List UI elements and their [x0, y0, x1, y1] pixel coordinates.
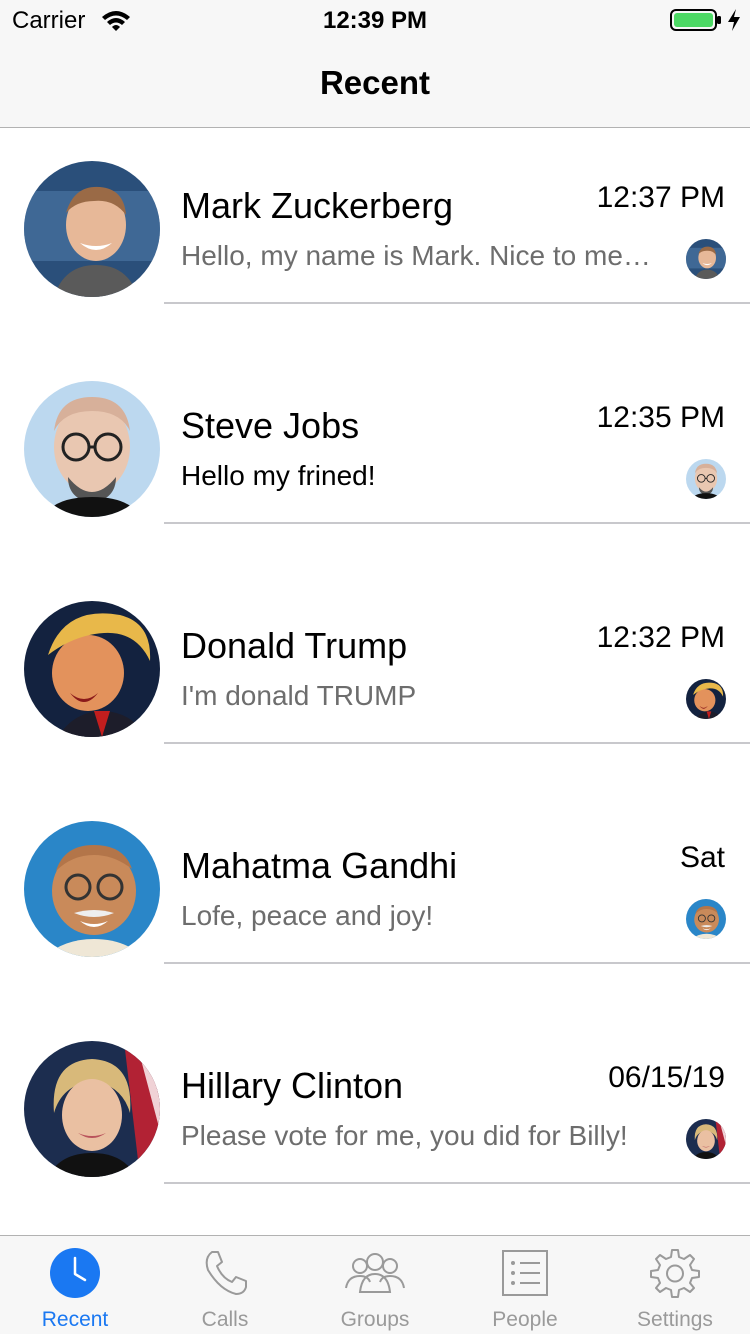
tab-people[interactable]: People [450, 1236, 600, 1334]
steve-jobs-avatar [24, 381, 160, 517]
tab-label: Groups [340, 1308, 410, 1331]
chat-time: 12:35 PM [596, 401, 725, 434]
chat-preview: Lofe, peace and joy! [181, 900, 434, 931]
chat-name: Steve Jobs [181, 405, 360, 446]
phone-icon [205, 1251, 247, 1295]
chat-time: 12:37 PM [596, 181, 725, 214]
tab-label: Recent [41, 1308, 109, 1331]
tab-settings[interactable]: Settings [600, 1236, 750, 1334]
row-divider [164, 742, 750, 744]
row-divider [164, 302, 750, 304]
chat-row-mark-zuckerberg[interactable]: Mark Zuckerberg 12:37 PM Hello, my name … [0, 129, 750, 349]
chat-time: 06/15/19 [608, 1061, 725, 1094]
battery-icon [670, 9, 721, 31]
group-icon [345, 1253, 405, 1293]
charging-bolt-icon [728, 9, 740, 31]
chat-row-hillary-clinton[interactable]: Hillary Clinton 06/15/19 Please vote for… [0, 1009, 750, 1229]
read-receipt-avatar [686, 679, 726, 719]
row-divider [164, 522, 750, 524]
chat-preview: Hello, my name is Mark. Nice to meet you [181, 240, 661, 271]
tab-bar: Recent Calls Groups People Settings [0, 1235, 750, 1334]
gear-icon [650, 1249, 700, 1298]
tab-label: Calls [201, 1308, 249, 1331]
status-time: 12:39 PM [322, 7, 428, 34]
donald-trump-avatar [24, 601, 160, 737]
tab-label: Settings [637, 1308, 713, 1331]
tab-recent[interactable]: Recent [0, 1236, 150, 1334]
navigation-bar: Recent [0, 40, 750, 128]
clock-icon [50, 1248, 100, 1298]
chat-name: Mark Zuckerberg [181, 185, 454, 226]
read-receipt-avatar [686, 1119, 726, 1159]
chat-preview: Please vote for me, you did for Billy! [181, 1120, 628, 1151]
chat-row-mahatma-gandhi[interactable]: Mahatma Gandhi Sat Lofe, peace and joy! [0, 789, 750, 1009]
chat-row-steve-jobs[interactable]: Steve Jobs 12:35 PM Hello my frined! [0, 349, 750, 569]
hillary-clinton-avatar [24, 1041, 160, 1177]
mark-zuckerberg-avatar [24, 161, 160, 297]
row-divider [164, 1182, 750, 1184]
chat-name: Hillary Clinton [181, 1065, 404, 1106]
tab-groups[interactable]: Groups [300, 1236, 450, 1334]
chat-time: Sat [679, 841, 725, 874]
read-receipt-avatar [686, 459, 726, 499]
chat-name: Donald Trump [181, 625, 408, 666]
chat-name: Mahatma Gandhi [181, 845, 458, 886]
chat-preview: I'm donald TRUMP [181, 680, 417, 711]
mahatma-gandhi-avatar [24, 821, 160, 957]
tab-label: People [492, 1308, 558, 1331]
row-divider [164, 962, 750, 964]
read-receipt-avatar [686, 239, 726, 279]
chat-time: 12:32 PM [596, 621, 725, 654]
chat-row-donald-trump[interactable]: Donald Trump 12:32 PM I'm donald TRUMP [0, 569, 750, 789]
chat-preview: Hello my frined! [181, 460, 376, 491]
status-bar: Carrier 12:39 PM [0, 0, 750, 40]
page-title: Recent [319, 64, 431, 101]
list-icon [502, 1250, 548, 1296]
tab-calls[interactable]: Calls [150, 1236, 300, 1334]
read-receipt-avatar [686, 899, 726, 939]
